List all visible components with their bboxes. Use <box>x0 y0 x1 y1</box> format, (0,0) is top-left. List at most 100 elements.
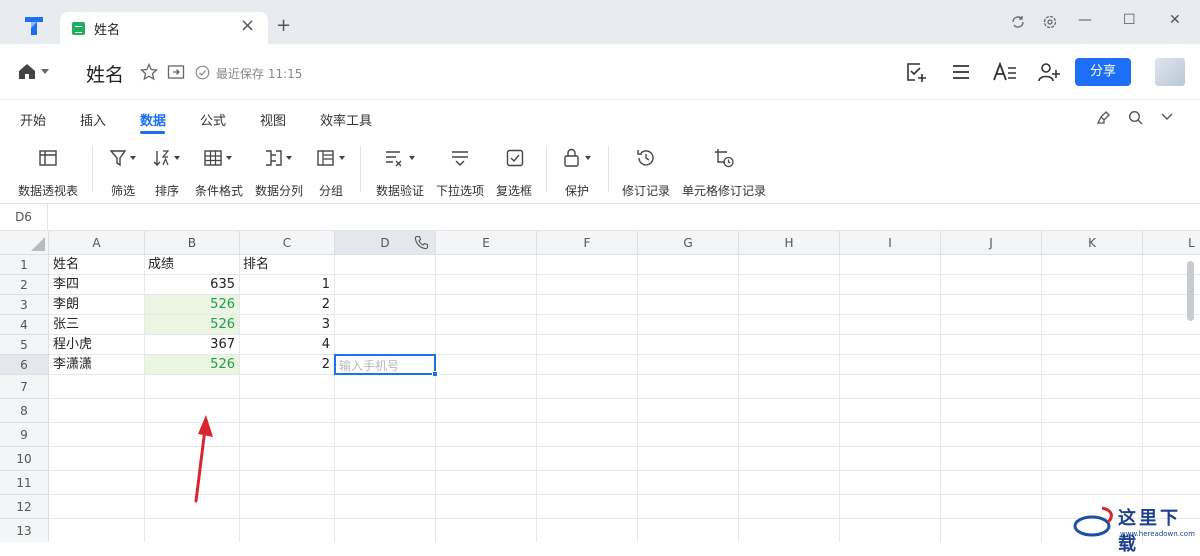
row-header-5[interactable]: 5 <box>0 335 49 355</box>
cell-c4[interactable]: 3 <box>240 315 334 334</box>
cell-a2[interactable]: 李四 <box>49 275 144 294</box>
menu-icon[interactable] <box>951 63 971 81</box>
column-header-f[interactable]: F <box>537 231 638 255</box>
cell-c3[interactable]: 2 <box>240 295 334 314</box>
row-header-6[interactable]: 6 <box>0 355 49 375</box>
formula-input[interactable] <box>50 204 1200 230</box>
select-all-corner[interactable] <box>0 231 49 255</box>
toolbar-divider <box>360 146 361 192</box>
new-tab-button[interactable]: + <box>276 16 291 36</box>
cell-c2[interactable]: 1 <box>240 275 334 294</box>
cell-c5[interactable]: 4 <box>240 335 334 354</box>
phone-number-placeholder: 输入手机号 <box>339 359 400 373</box>
cell-b4[interactable]: 526 <box>145 315 239 334</box>
row-header-7[interactable]: 7 <box>0 375 49 399</box>
group-button[interactable]: 分组 <box>316 142 348 200</box>
column-header-a[interactable]: A <box>49 231 145 255</box>
cell-c6[interactable]: 2 <box>240 355 334 374</box>
column-header-b[interactable]: B <box>145 231 240 255</box>
column-header-c[interactable]: C <box>240 231 335 255</box>
row-header-8[interactable]: 8 <box>0 399 49 423</box>
phone-icon[interactable] <box>414 235 429 250</box>
maximize-button[interactable]: ☐ <box>1123 12 1136 28</box>
cell-a1[interactable]: 姓名 <box>49 255 144 274</box>
dropdown-options-button[interactable]: 下拉选项 <box>436 142 486 200</box>
checkbox-button[interactable]: 复选框 <box>496 142 534 200</box>
star-icon[interactable] <box>140 63 158 81</box>
revision-history-button[interactable]: 修订记录 <box>622 142 672 200</box>
conditional-format-button[interactable]: 条件格式 <box>195 142 245 200</box>
tab-insert[interactable]: 插入 <box>80 110 106 129</box>
tab-close-button[interactable]: × <box>240 15 255 36</box>
column-header-e[interactable]: E <box>436 231 537 255</box>
filter-button[interactable]: 筛选 <box>110 142 140 200</box>
pivot-table-button[interactable]: 数据透视表 <box>18 142 80 200</box>
row-header-4[interactable]: 4 <box>0 315 49 335</box>
row-header-1[interactable]: 1 <box>0 255 49 275</box>
row-header-3[interactable]: 3 <box>0 295 49 315</box>
active-cell-d6[interactable]: 输入手机号 <box>334 354 436 375</box>
settings-icon[interactable] <box>1042 14 1058 30</box>
vertical-scrollbar[interactable] <box>1187 261 1194 321</box>
row-header-12[interactable]: 12 <box>0 495 49 519</box>
cell-b3[interactable]: 526 <box>145 295 239 314</box>
minimize-button[interactable]: — <box>1078 12 1092 28</box>
text-format-icon[interactable] <box>993 62 1017 82</box>
ribbon-tabs: 开始 插入 数据 公式 视图 效率工具 <box>0 100 1200 136</box>
cell-c1[interactable]: 排名 <box>239 255 334 274</box>
share-button[interactable]: 分享 <box>1075 58 1131 86</box>
row-header-11[interactable]: 11 <box>0 471 49 495</box>
cell-a5[interactable]: 程小虎 <box>49 335 144 354</box>
row-header-10[interactable]: 10 <box>0 447 49 471</box>
red-arrow-annotation <box>194 415 213 503</box>
document-tab[interactable]: 姓名 × <box>60 12 268 44</box>
close-window-button[interactable]: ✕ <box>1169 12 1181 28</box>
row-header-2[interactable]: 2 <box>0 275 49 295</box>
document-title[interactable]: 姓名 <box>86 60 124 87</box>
row-header-13[interactable]: 13 <box>0 519 49 542</box>
cell-b6[interactable]: 526 <box>145 355 239 374</box>
column-header-k[interactable]: K <box>1042 231 1143 255</box>
chevron-down-icon[interactable] <box>41 69 49 74</box>
cell-b5[interactable]: 367 <box>145 335 239 354</box>
sort-button[interactable]: 排序 <box>153 142 183 200</box>
column-header-j[interactable]: J <box>941 231 1042 255</box>
fill-handle[interactable] <box>432 371 438 377</box>
tab-efficiency-tools[interactable]: 效率工具 <box>320 110 372 129</box>
data-validation-button[interactable]: 数据验证 <box>376 142 426 200</box>
cell-b1[interactable]: 成绩 <box>144 255 239 274</box>
protect-button[interactable]: 保护 <box>562 142 596 200</box>
text-to-columns-button[interactable]: 数据分列 <box>255 142 305 200</box>
sync-icon[interactable] <box>1010 14 1026 30</box>
add-note-icon[interactable] <box>905 61 927 83</box>
history-icon <box>637 150 654 166</box>
app-logo-icon[interactable] <box>22 14 46 38</box>
sort-label: 排序 <box>155 184 180 198</box>
column-header-i[interactable]: I <box>840 231 941 255</box>
cell-b2[interactable]: 635 <box>145 275 239 294</box>
search-icon[interactable] <box>1128 110 1143 125</box>
sheet-file-icon <box>72 22 85 35</box>
avatar[interactable] <box>1155 58 1185 86</box>
column-header-g[interactable]: G <box>638 231 739 255</box>
collapse-ribbon-icon[interactable] <box>1161 113 1173 121</box>
tab-start[interactable]: 开始 <box>20 110 46 129</box>
tab-view[interactable]: 视图 <box>260 110 286 129</box>
column-header-d[interactable]: D <box>335 231 436 255</box>
home-icon[interactable] <box>17 62 37 80</box>
move-to-icon[interactable] <box>167 64 185 80</box>
column-header-l[interactable]: L <box>1143 231 1200 255</box>
cell-a3[interactable]: 李朗 <box>49 295 144 314</box>
row-header-9[interactable]: 9 <box>0 423 49 447</box>
tab-data[interactable]: 数据 <box>140 110 166 129</box>
cell-a6[interactable]: 李潇潇 <box>49 355 144 374</box>
cell-revision-history-button[interactable]: 单元格修订记录 <box>682 142 768 200</box>
add-user-icon[interactable] <box>1038 61 1060 83</box>
cell-reference-box[interactable]: D6 <box>0 204 48 230</box>
data-validation-icon <box>386 151 415 167</box>
cell-a4[interactable]: 张三 <box>49 315 144 334</box>
tab-formula[interactable]: 公式 <box>200 110 226 129</box>
column-header-h[interactable]: H <box>739 231 840 255</box>
gridline <box>49 470 1200 471</box>
brush-icon[interactable] <box>1096 110 1112 126</box>
